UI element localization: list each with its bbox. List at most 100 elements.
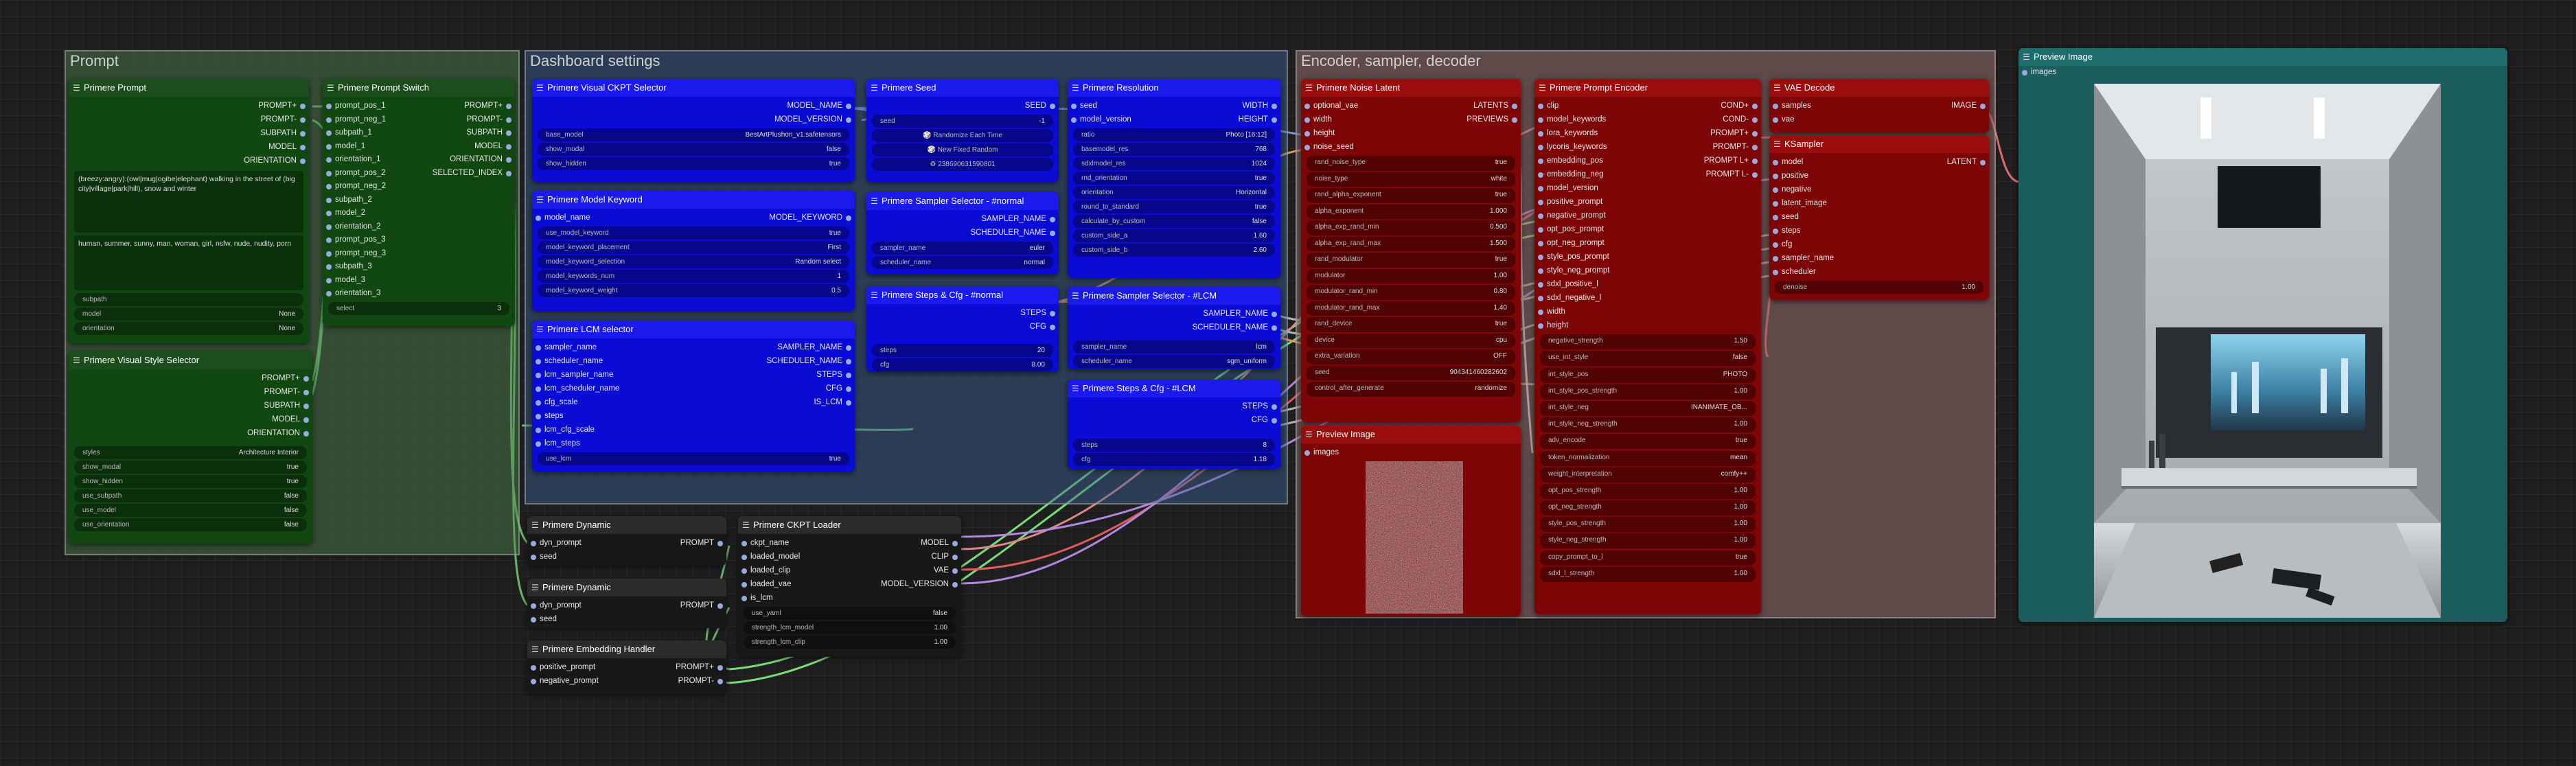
output-socket[interactable]: [846, 216, 851, 221]
widget-denoise[interactable]: denoise 1.00: [1775, 281, 1983, 294]
node-title[interactable]: Primere Noise Latent: [1301, 79, 1521, 97]
input-socket[interactable]: [741, 541, 747, 546]
output-socket[interactable]: [1050, 104, 1055, 109]
widget[interactable]: int_style_pos_strength 1.00: [1540, 384, 1756, 399]
input-socket[interactable]: [1538, 117, 1543, 123]
output-socket[interactable]: [1272, 418, 1277, 423]
widget[interactable]: model_keyword_placement First: [538, 241, 849, 254]
widget-cfg[interactable]: cfg 8.00: [872, 358, 1053, 371]
input-socket[interactable]: [326, 211, 332, 216]
output-socket[interactable]: [717, 679, 723, 684]
widget-sampler-name[interactable]: sampler_name lcm: [1073, 340, 1275, 353]
widget[interactable]: adv_encode true: [1540, 434, 1756, 450]
output-socket[interactable]: [506, 143, 511, 150]
input-socket[interactable]: [531, 679, 536, 684]
input-socket[interactable]: [1538, 159, 1543, 164]
widget[interactable]: rand_alpha_exponent true: [1307, 188, 1515, 203]
output-socket[interactable]: [717, 665, 723, 671]
input-socket[interactable]: [326, 130, 332, 136]
input-socket[interactable]: [1773, 201, 1778, 207]
widget-select[interactable]: select 3: [328, 301, 509, 315]
node-prompt-encoder[interactable]: Primere Prompt Encoder clip COND+ model_ke…: [1534, 79, 1761, 614]
node-ckpt-loader[interactable]: Primere CKPT Loader ckpt_name MODEL loaded…: [738, 516, 961, 657]
widget[interactable]: calculate_by_custom false: [1073, 215, 1275, 228]
output-socket[interactable]: [952, 541, 958, 546]
widget-steps[interactable]: steps 20: [872, 344, 1053, 357]
widget-strength-lcm-clip[interactable]: strength_lcm_clip 1.00: [744, 636, 956, 649]
widget-show-modal[interactable]: show_modal true: [74, 461, 307, 474]
node-dynamic-2[interactable]: Primere Dynamic dyn_prompt PROMPT seed: [527, 579, 726, 628]
output-socket[interactable]: [506, 130, 511, 136]
input-socket[interactable]: [536, 216, 541, 221]
node-embedding-handler[interactable]: Primere Embedding Handler positive_promp…: [527, 640, 726, 694]
output-socket[interactable]: [846, 373, 851, 378]
output-socket[interactable]: [1272, 404, 1277, 410]
input-socket[interactable]: [1304, 145, 1310, 150]
input-socket[interactable]: [326, 117, 332, 123]
node-title[interactable]: Primere Steps & Cfg - #LCM: [1068, 380, 1280, 397]
output-socket[interactable]: [1980, 104, 1986, 109]
node-prompt-switch[interactable]: Primere Prompt Switch prompt_pos_1 PROMPT…: [323, 79, 515, 326]
input-socket[interactable]: [536, 428, 541, 433]
output-socket[interactable]: [1050, 325, 1055, 330]
input-socket[interactable]: [1304, 131, 1310, 137]
node-title[interactable]: Primere Model Keyword: [532, 191, 855, 209]
input-socket[interactable]: [326, 237, 332, 243]
node-title[interactable]: Primere Prompt: [69, 79, 309, 97]
widget[interactable]: sdxl_l_strength 1.00: [1540, 566, 1756, 582]
widget[interactable]: model_keywords_num 1: [538, 270, 849, 283]
widget[interactable]: custom_side_b 2.60: [1073, 244, 1275, 257]
reuse-seed-button[interactable]: ♻ 238690631590801: [872, 158, 1053, 171]
widget-sampler-name[interactable]: sampler_name euler: [872, 242, 1053, 255]
widget[interactable]: modulator_rand_max 1.40: [1307, 301, 1515, 316]
input-socket[interactable]: [536, 414, 541, 419]
input-socket[interactable]: [1538, 172, 1543, 178]
widget[interactable]: token_normalization mean: [1540, 450, 1756, 466]
input-socket[interactable]: [1071, 104, 1077, 109]
positive-prompt-textarea[interactable]: (breezy:angry):(owl|mug|ogibe|elephant) …: [74, 171, 303, 233]
output-socket[interactable]: [506, 170, 511, 176]
output-socket[interactable]: [1980, 160, 1986, 165]
input-socket[interactable]: [741, 596, 747, 601]
widget-steps[interactable]: steps 8: [1073, 439, 1275, 452]
widget-scheduler-name[interactable]: scheduler_name normal: [872, 256, 1053, 269]
node-title[interactable]: Preview Image: [1301, 426, 1521, 443]
widget[interactable]: modulator 1.00: [1307, 268, 1515, 283]
output-socket[interactable]: [1512, 104, 1517, 109]
node-ksampler[interactable]: KSampler model LATENT positive negative late…: [1769, 135, 1989, 300]
node-style-selector[interactable]: Primere Visual Style Selector PROMPT+ PR…: [69, 351, 312, 544]
node-title[interactable]: Primere Resolution: [1068, 79, 1280, 97]
widget-use-orientation[interactable]: use_orientation false: [74, 518, 307, 531]
node-ckpt-selector[interactable]: Primere Visual CKPT Selector MODEL_NAME …: [532, 79, 855, 182]
widget[interactable]: modulator_rand_min 0.80: [1307, 285, 1515, 300]
input-socket[interactable]: [1538, 241, 1543, 246]
widget-model[interactable]: model None: [74, 307, 303, 321]
output-socket[interactable]: [717, 603, 723, 609]
widget[interactable]: opt_neg_strength 1.00: [1540, 500, 1756, 516]
node-title[interactable]: Primere Dynamic: [527, 579, 726, 596]
input-socket[interactable]: [1538, 131, 1543, 137]
node-title[interactable]: VAE Decode: [1769, 79, 1989, 97]
widget[interactable]: opt_pos_strength 1.00: [1540, 483, 1756, 499]
randomize-each-time-button[interactable]: 🎲 Randomize Each Time: [872, 129, 1053, 142]
input-socket[interactable]: [1773, 117, 1778, 123]
input-socket[interactable]: [326, 104, 332, 109]
node-title[interactable]: Primere Sampler Selector - #LCM: [1068, 287, 1280, 305]
input-socket[interactable]: [1773, 270, 1778, 275]
node-resolution[interactable]: Primere Resolution seed WIDTH model_versi…: [1068, 79, 1280, 278]
widget-use-lcm[interactable]: use_lcm true: [538, 452, 849, 465]
input-socket[interactable]: [741, 568, 747, 574]
widget[interactable]: alpha_exp_rand_max 1.500: [1307, 236, 1515, 251]
input-socket[interactable]: [1538, 145, 1543, 150]
output-socket[interactable]: [1272, 325, 1277, 331]
negative-prompt-textarea[interactable]: human, summer, sunny, man, woman, girl, …: [74, 235, 303, 290]
widget[interactable]: rand_noise_type true: [1307, 156, 1515, 171]
widget[interactable]: basemodel_res 768: [1073, 143, 1275, 156]
output-socket[interactable]: [303, 404, 309, 409]
input-socket[interactable]: [531, 665, 536, 671]
output-socket[interactable]: [846, 104, 851, 109]
output-socket[interactable]: [1752, 172, 1758, 178]
widget-cfg[interactable]: cfg 1.18: [1073, 453, 1275, 466]
output-socket[interactable]: [1272, 117, 1277, 123]
widget[interactable]: rand_device true: [1307, 317, 1515, 332]
